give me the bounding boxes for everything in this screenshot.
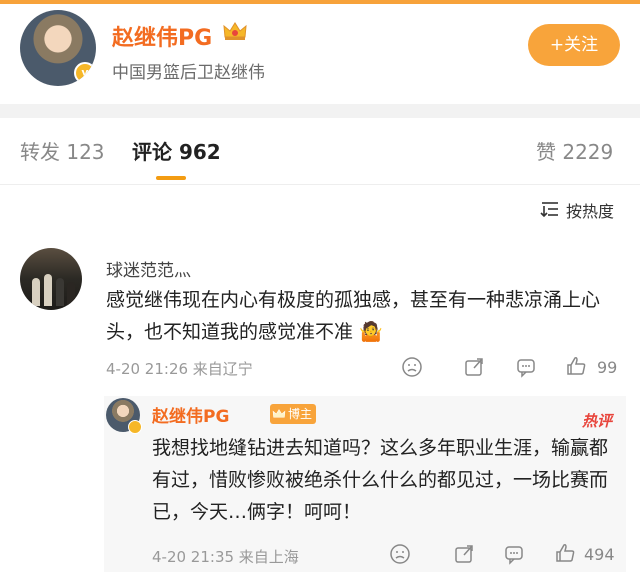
crown-icon <box>223 22 247 40</box>
comment-like-count: 99 <box>597 358 618 377</box>
active-tab-indicator <box>156 176 186 180</box>
profile-name[interactable]: 赵继伟PG <box>112 20 212 52</box>
comment-icon[interactable] <box>515 356 537 378</box>
tab-comments[interactable]: 评论 962 <box>132 136 221 165</box>
shrug-emoji-icon: 🤷 <box>359 321 383 343</box>
hot-comment-badge: 热评 <box>582 412 613 430</box>
follow-button[interactable]: +关注 <box>528 24 620 66</box>
profile-subtitle: 中国男篮后卫赵继伟 <box>112 63 265 83</box>
blogger-tag: 博主 <box>270 404 317 424</box>
comment-icon[interactable] <box>503 543 525 565</box>
commenter-name[interactable]: 球迷范范灬 <box>106 256 191 281</box>
sort-label[interactable]: 按热度 <box>566 198 614 222</box>
tab-repost[interactable]: 转发 123 <box>20 136 105 165</box>
blogger-tag-label: 博主 <box>288 407 313 421</box>
dislike-face-icon[interactable] <box>401 356 423 378</box>
commenter-avatar[interactable] <box>20 248 82 310</box>
sort-icon[interactable] <box>540 200 560 218</box>
verified-badge-icon: v <box>74 62 96 84</box>
verified-badge-icon <box>128 420 142 434</box>
tab-likes[interactable]: 赞 2229 <box>536 136 613 165</box>
like-icon[interactable] <box>565 355 587 377</box>
reply-author-name[interactable]: 赵继伟PG <box>152 402 229 427</box>
reply-text: 我想找地缝钻进去知道吗？这么多年职业生涯，输赢都有过，惜败惨败被绝杀什么什么的都… <box>152 437 609 523</box>
reply-avatar[interactable] <box>106 398 142 434</box>
crown-icon <box>272 409 286 418</box>
comment-meta: 4-20 21:26 来自辽宁 <box>106 360 253 378</box>
share-icon[interactable] <box>453 543 475 565</box>
share-icon[interactable] <box>463 356 485 378</box>
dislike-face-icon[interactable] <box>389 543 411 565</box>
profile-avatar[interactable]: v <box>20 10 96 86</box>
comment-text: 感觉继伟现在内心有极度的孤独感，甚至有一种悲凉涌上心头，也不知道我的感觉准不准 … <box>106 289 601 343</box>
reply-meta: 4-20 21:35 来自上海 <box>152 548 299 566</box>
section-divider <box>0 104 640 118</box>
reply-like-count: 494 <box>584 545 615 564</box>
like-icon[interactable] <box>554 542 576 564</box>
